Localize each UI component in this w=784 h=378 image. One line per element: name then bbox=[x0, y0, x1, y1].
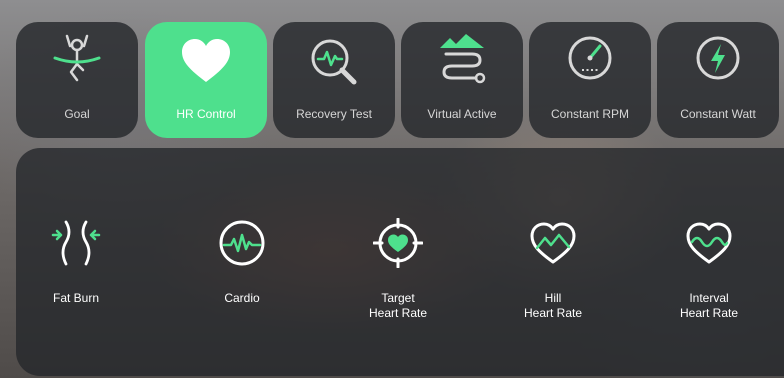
program-label: Target Heart Rate bbox=[338, 291, 458, 321]
program-label-line1: Cardio bbox=[224, 291, 260, 305]
mode-label: Recovery Test bbox=[296, 107, 372, 121]
lightning-icon bbox=[696, 36, 740, 80]
target-heart-icon bbox=[373, 218, 423, 268]
cardio-pulse-icon bbox=[219, 220, 265, 266]
program-label-line1: Target bbox=[381, 291, 415, 305]
heart-rate-search-icon bbox=[311, 39, 357, 85]
heart-icon bbox=[182, 39, 230, 82]
mode-tile-constant-rpm[interactable]: Constant RPM bbox=[529, 22, 651, 138]
program-label: Fat Burn bbox=[16, 291, 136, 306]
program-label: Interval Heart Rate bbox=[649, 291, 769, 321]
program-label: Hill Heart Rate bbox=[493, 291, 613, 321]
speedometer-icon bbox=[568, 36, 612, 80]
mode-label: Constant RPM bbox=[550, 107, 630, 121]
mode-label: HR Control bbox=[176, 107, 236, 121]
mode-tile-virtual-active[interactable]: Virtual Active bbox=[401, 22, 523, 138]
goal-cyclist-icon bbox=[53, 34, 101, 82]
hill-heart-icon bbox=[530, 222, 576, 264]
interval-heart-icon bbox=[686, 222, 732, 264]
mode-tile-goal[interactable]: Goal bbox=[16, 22, 138, 138]
mountain-route-icon bbox=[440, 34, 486, 84]
program-label-line1: Fat Burn bbox=[52, 291, 100, 305]
mode-label: Constant Watt bbox=[680, 107, 756, 121]
mode-tile-hr-control[interactable]: HR Control bbox=[145, 22, 267, 138]
program-label-line2: Heart Rate bbox=[523, 306, 583, 320]
program-label: Cardio bbox=[182, 291, 302, 306]
program-label-line1: Interval bbox=[689, 291, 729, 305]
mode-tile-recovery-test[interactable]: Recovery Test bbox=[273, 22, 395, 138]
mode-label: Goal bbox=[64, 107, 90, 121]
fat-burn-icon bbox=[51, 220, 101, 266]
hr-program-panel: Fat Burn Cardio Target Heart Rate Hill H… bbox=[16, 148, 784, 376]
program-hill-heart-rate[interactable]: Hill Heart Rate bbox=[493, 208, 613, 348]
mode-label: Virtual Active bbox=[427, 107, 497, 121]
program-cardio[interactable]: Cardio bbox=[182, 208, 302, 348]
screen-background: Goal HR Control Recovery Test Virtual Ac… bbox=[0, 0, 784, 378]
mode-tile-constant-watt[interactable]: Constant Watt bbox=[657, 22, 779, 138]
program-label-line2: Heart Rate bbox=[679, 306, 739, 320]
program-fat-burn[interactable]: Fat Burn bbox=[16, 208, 136, 348]
program-target-heart-rate[interactable]: Target Heart Rate bbox=[338, 208, 458, 348]
program-interval-heart-rate[interactable]: Interval Heart Rate bbox=[649, 208, 769, 348]
program-label-line2: Heart Rate bbox=[368, 306, 428, 320]
program-label-line1: Hill bbox=[544, 291, 562, 305]
mode-tabs: Goal HR Control Recovery Test Virtual Ac… bbox=[0, 0, 784, 150]
